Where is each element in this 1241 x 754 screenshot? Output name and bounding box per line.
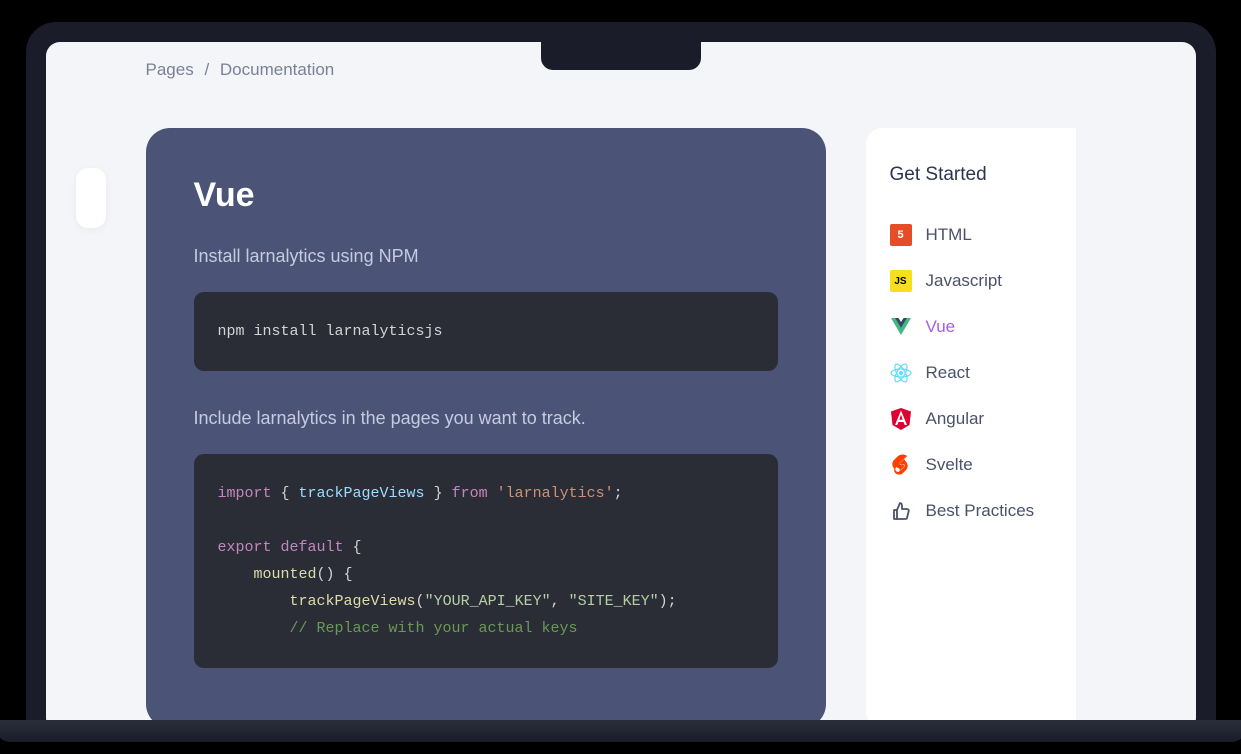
tk: , [551, 593, 569, 610]
code-block-install[interactable]: npm install larnalyticsjs [194, 292, 778, 371]
code-block-usage[interactable]: import { trackPageViews } from 'larnalyt… [194, 454, 778, 668]
sidebar-item-javascript[interactable]: JS Javascript [890, 258, 1076, 304]
tk-string: 'larnalytics' [497, 485, 614, 502]
sidebar-item-vue[interactable]: Vue [890, 304, 1076, 350]
tk [218, 620, 290, 637]
react-icon [890, 362, 912, 384]
left-nav-peek[interactable] [76, 168, 106, 228]
breadcrumb-root[interactable]: Pages [146, 60, 194, 79]
sidebar-item-svelte[interactable]: Svelte [890, 442, 1076, 488]
screen: Pages / Documentation Vue Install larnal… [46, 42, 1196, 732]
thumbs-up-icon [890, 500, 912, 522]
tk: } [425, 485, 452, 502]
tk-from: from [452, 485, 488, 502]
sidebar-item-angular[interactable]: Angular [890, 396, 1076, 442]
tk: { [272, 485, 299, 502]
sidebar-item-label: Angular [926, 409, 985, 429]
sidebar-item-label: HTML [926, 225, 972, 245]
tk-method: mounted [254, 566, 317, 583]
tk [488, 485, 497, 502]
html-icon: 5 [890, 224, 912, 246]
vue-icon [890, 316, 912, 338]
laptop-frame: Pages / Documentation Vue Install larnal… [26, 22, 1216, 732]
sidebar-item-html[interactable]: 5 HTML [890, 212, 1076, 258]
breadcrumb-separator: / [204, 60, 209, 79]
tk-comment: // Replace with your actual keys [290, 620, 578, 637]
tk: ); [659, 593, 677, 610]
sidebar-title: Get Started [890, 164, 1076, 186]
sidebar-item-label: Svelte [926, 455, 973, 475]
sidebar-item-label: React [926, 363, 970, 383]
tk-ident: trackPageViews [299, 485, 425, 502]
code-text: npm install larnalyticsjs [218, 323, 443, 340]
tk-call: trackPageViews [290, 593, 416, 610]
breadcrumb-current: Documentation [220, 60, 334, 79]
notch [541, 42, 701, 70]
tk-export: export default [218, 539, 344, 556]
laptop-base [0, 720, 1241, 742]
page-title: Vue [194, 176, 778, 215]
sidebar-item-react[interactable]: React [890, 350, 1076, 396]
tk [218, 593, 290, 610]
step2-text: Include larnalytics in the pages you wan… [194, 405, 778, 432]
tk-import: import [218, 485, 272, 502]
sidebar-item-best-practices[interactable]: Best Practices [890, 488, 1076, 534]
sidebar-item-label: Best Practices [926, 501, 1035, 521]
tk: () { [317, 566, 353, 583]
content-wrap: Vue Install larnalytics using NPM npm in… [46, 98, 1196, 728]
svelte-icon [890, 454, 912, 476]
tk [218, 566, 254, 583]
tk: { [344, 539, 362, 556]
tk-string: "YOUR_API_KEY" [425, 593, 551, 610]
sidebar: Get Started 5 HTML JS Javascript Vue [866, 128, 1076, 728]
sidebar-item-label: Javascript [926, 271, 1003, 291]
step1-text: Install larnalytics using NPM [194, 243, 778, 270]
tk-string: "SITE_KEY" [569, 593, 659, 610]
tk: ( [416, 593, 425, 610]
doc-card: Vue Install larnalytics using NPM npm in… [146, 128, 826, 728]
javascript-icon: JS [890, 270, 912, 292]
angular-icon [890, 408, 912, 430]
sidebar-item-label: Vue [926, 317, 956, 337]
tk: ; [614, 485, 623, 502]
